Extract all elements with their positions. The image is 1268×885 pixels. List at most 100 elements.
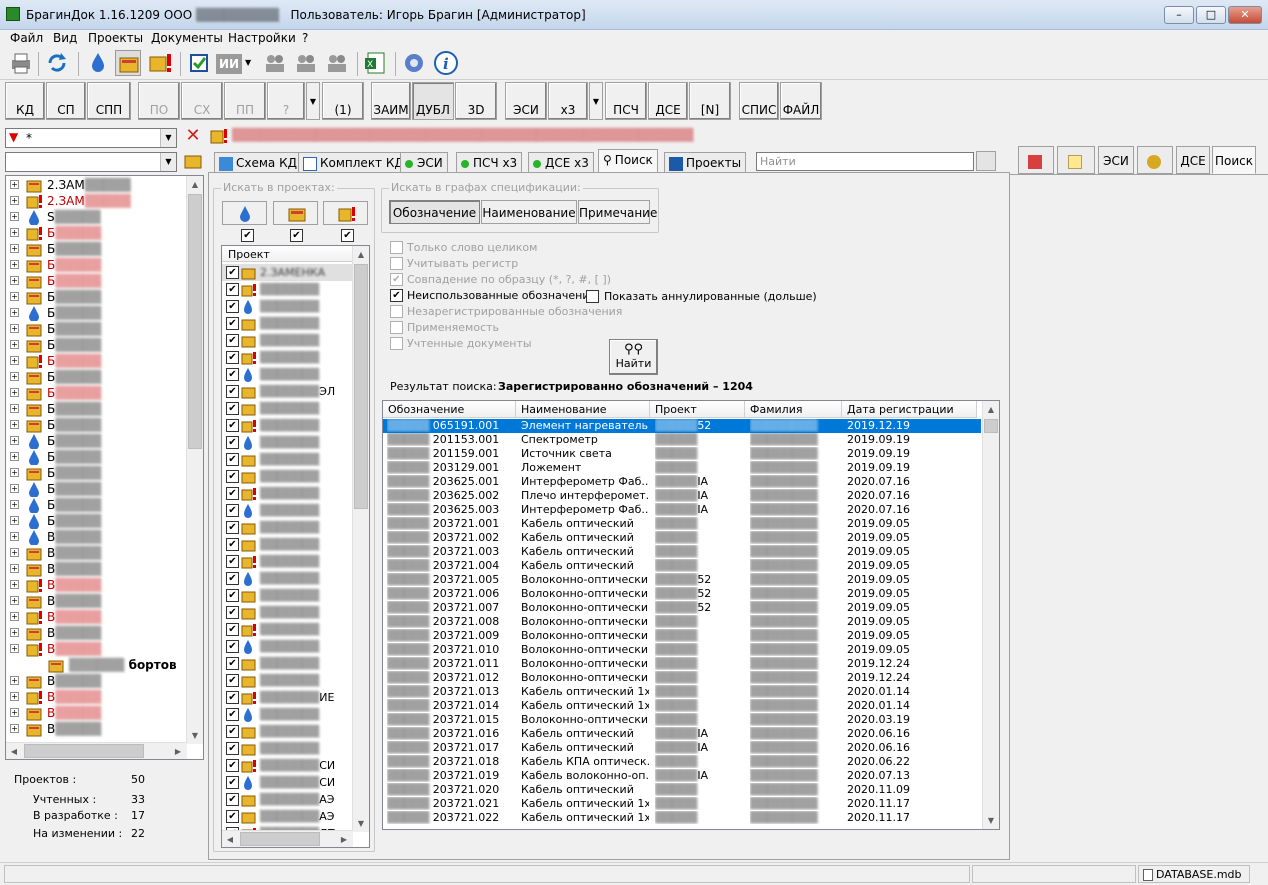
- project-list-item[interactable]: ✔ ▒▒▒▒▒▒▒АЭ: [222, 808, 352, 825]
- filter-combo[interactable]: ▼ * ▼: [5, 128, 177, 148]
- expand-icon[interactable]: +: [10, 532, 19, 541]
- project-list-item[interactable]: ✔ ▒▒▒▒▒▒▒: [222, 485, 352, 502]
- rtab-esi[interactable]: ЭСИ: [1098, 146, 1134, 174]
- col-header-oboznachenie[interactable]: Обозначение: [383, 401, 516, 418]
- dse-button[interactable]: ДСЕ: [648, 82, 688, 120]
- project-list-item[interactable]: ✔ ▒▒▒▒▒▒▒: [222, 706, 352, 723]
- ii-icon[interactable]: ИИ: [216, 54, 242, 74]
- esi-button[interactable]: ЭСИ: [505, 82, 547, 120]
- project-checkbox[interactable]: ✔: [226, 674, 239, 687]
- 3d-button[interactable]: 3D: [455, 82, 497, 120]
- filter-drop-checkbox[interactable]: ✔: [241, 229, 254, 242]
- print-icon[interactable]: [8, 50, 34, 76]
- filter-drop-button[interactable]: [222, 201, 267, 225]
- grid-vscroll[interactable]: ▲ ▼: [982, 401, 999, 829]
- expand-icon[interactable]: +: [10, 388, 19, 397]
- opt-whole-word-checkbox[interactable]: [390, 241, 403, 254]
- x3-dropdown[interactable]: ▼: [589, 82, 603, 120]
- tree-item[interactable]: + В▒▒▒▒▒: [6, 593, 186, 609]
- project-list-item[interactable]: ✔ ▒▒▒▒▒▒▒: [222, 553, 352, 570]
- plist-hscroll[interactable]: ◀ ▶: [222, 830, 353, 847]
- table-row[interactable]: ▒▒▒▒▒ 203721.014 Кабель оптический 1х8 ▒▒▒…: [383, 699, 981, 713]
- drop-project-icon[interactable]: [85, 50, 111, 76]
- expand-icon[interactable]: +: [10, 308, 19, 317]
- menu-settings[interactable]: Настройки: [228, 31, 296, 45]
- opt-applicability-checkbox[interactable]: [390, 321, 403, 334]
- filter-folder-checkbox[interactable]: ✔: [290, 229, 303, 242]
- column-naimenovanie-button[interactable]: Наименование: [481, 200, 577, 224]
- col-header-naimenovanie[interactable]: Наименование: [516, 401, 650, 418]
- table-row[interactable]: ▒▒▒▒▒ 203721.017 Кабель оптический ▒▒▒▒▒IA…: [383, 741, 981, 755]
- project-list-item[interactable]: ✔ ▒▒▒▒▒▒▒: [222, 655, 352, 672]
- project-checkbox[interactable]: ✔: [226, 708, 239, 721]
- tree-item[interactable]: + В▒▒▒▒▒: [6, 577, 186, 593]
- project-list-item[interactable]: ✔ ▒▒▒▒▒▒▒: [222, 740, 352, 757]
- project-checkbox[interactable]: ✔: [226, 419, 239, 432]
- tree-item[interactable]: + Б▒▒▒▒▒: [6, 401, 186, 417]
- col-header-familiya[interactable]: Фамилия: [745, 401, 842, 418]
- project-list-item[interactable]: ✔ ▒▒▒▒▒▒▒: [222, 587, 352, 604]
- menu-documents[interactable]: Документы: [151, 31, 223, 45]
- tree-item[interactable]: + Б▒▒▒▒▒: [6, 369, 186, 385]
- menu-file[interactable]: Файл: [10, 31, 43, 45]
- table-row[interactable]: ▒▒▒▒▒ 203625.001 Интерферометр Фаб... ▒▒▒▒…: [383, 475, 981, 489]
- table-row[interactable]: ▒▒▒▒▒ 203721.019 Кабель волоконно-оп... ▒▒…: [383, 769, 981, 783]
- project-checkbox[interactable]: ✔: [226, 657, 239, 670]
- project-checkbox[interactable]: ✔: [226, 385, 239, 398]
- project-list-item[interactable]: ✔ ▒▒▒▒▒▒▒: [222, 570, 352, 587]
- filter-combo-arrow[interactable]: ▼: [160, 129, 176, 147]
- path-combo-arrow[interactable]: ▼: [160, 153, 176, 171]
- table-row[interactable]: ▒▒▒▒▒ 201159.001 Источник света ▒▒▒▒▒ ▒▒▒▒▒…: [383, 447, 981, 461]
- table-row[interactable]: ▒▒▒▒▒ 203625.003 Интерферометр Фаб... ▒▒▒▒…: [383, 503, 981, 517]
- file-button[interactable]: ФАЙЛ: [780, 82, 822, 120]
- project-list[interactable]: Проект ✔ 2.ЗАМЕНКА ✔ ▒▒▒▒▒▒▒ ✔ ▒▒▒▒▒▒▒ ✔ ▒▒▒▒▒▒…: [221, 245, 370, 848]
- expand-icon[interactable]: +: [10, 596, 19, 605]
- tab-esi[interactable]: ЭСИ: [400, 152, 448, 172]
- tree-item[interactable]: + В▒▒▒▒▒: [6, 689, 186, 705]
- tree-item[interactable]: + Б▒▒▒▒▒: [6, 257, 186, 273]
- psch-button[interactable]: ПСЧ: [605, 82, 647, 120]
- project-list-item[interactable]: ✔ ▒▒▒▒▒▒▒: [222, 638, 352, 655]
- project-list-item[interactable]: ✔ ▒▒▒▒▒▒▒: [222, 672, 352, 689]
- project-list-item[interactable]: ✔ ▒▒▒▒▒▒▒: [222, 502, 352, 519]
- one-button[interactable]: (1): [322, 82, 364, 120]
- settings-gear-icon[interactable]: [401, 50, 427, 76]
- tab-projects[interactable]: Проекты: [664, 152, 747, 172]
- project-checkbox[interactable]: ✔: [226, 623, 239, 636]
- maximize-button[interactable]: □: [1196, 6, 1226, 24]
- project-checkbox[interactable]: ✔: [226, 487, 239, 500]
- project-list-item[interactable]: ✔ ▒▒▒▒▒▒▒: [222, 349, 352, 366]
- project-checkbox[interactable]: ✔: [226, 742, 239, 755]
- tree-hscroll[interactable]: ◀ ▶: [6, 742, 187, 759]
- expand-icon[interactable]: +: [10, 468, 19, 477]
- dubl-button[interactable]: ДУБЛ: [412, 82, 454, 120]
- spis-button[interactable]: СПИС: [739, 82, 779, 120]
- opt-unused-checkbox[interactable]: ✔: [390, 289, 403, 302]
- filter-alert-button[interactable]: [323, 201, 368, 225]
- po-button[interactable]: ПО: [138, 82, 180, 120]
- project-checkbox[interactable]: ✔: [226, 572, 239, 585]
- project-checkbox[interactable]: ✔: [226, 368, 239, 381]
- table-row[interactable]: ▒▒▒▒▒ 203721.015 Волоконно-оптически... ▒▒…: [383, 713, 981, 727]
- tree-item[interactable]: + В▒▒▒▒▒: [6, 641, 186, 657]
- tree-item[interactable]: + В▒▒▒▒▒: [6, 545, 186, 561]
- zaim-button[interactable]: ЗАИМ: [371, 82, 411, 120]
- users-icon-1[interactable]: [262, 50, 288, 76]
- pp-dropdown[interactable]: ▼: [306, 82, 320, 120]
- folder-alert-icon[interactable]: [147, 50, 173, 76]
- tree-item[interactable]: +2.ЗАМ▒▒▒▒▒: [6, 177, 186, 193]
- project-checkbox[interactable]: ✔: [226, 793, 239, 806]
- project-checkbox[interactable]: ✔: [226, 351, 239, 364]
- expand-icon[interactable]: +: [10, 708, 19, 717]
- expand-icon[interactable]: +: [10, 516, 19, 525]
- question-button[interactable]: ?: [267, 82, 305, 120]
- project-checkbox[interactable]: ✔: [226, 759, 239, 772]
- menu-help[interactable]: ?: [302, 31, 308, 45]
- tree-item[interactable]: + В▒▒▒▒▒: [6, 529, 186, 545]
- tree-item[interactable]: + Б▒▒▒▒▒: [6, 385, 186, 401]
- clipboard-search-icon[interactable]: [976, 151, 996, 171]
- table-row[interactable]: ▒▒▒▒▒ 201153.001 Спектрометр ▒▒▒▒▒ ▒▒▒▒▒▒▒▒…: [383, 433, 981, 447]
- expand-icon[interactable]: +: [10, 276, 19, 285]
- opt-unregistered-checkbox[interactable]: [390, 305, 403, 318]
- expand-icon[interactable]: +: [10, 228, 19, 237]
